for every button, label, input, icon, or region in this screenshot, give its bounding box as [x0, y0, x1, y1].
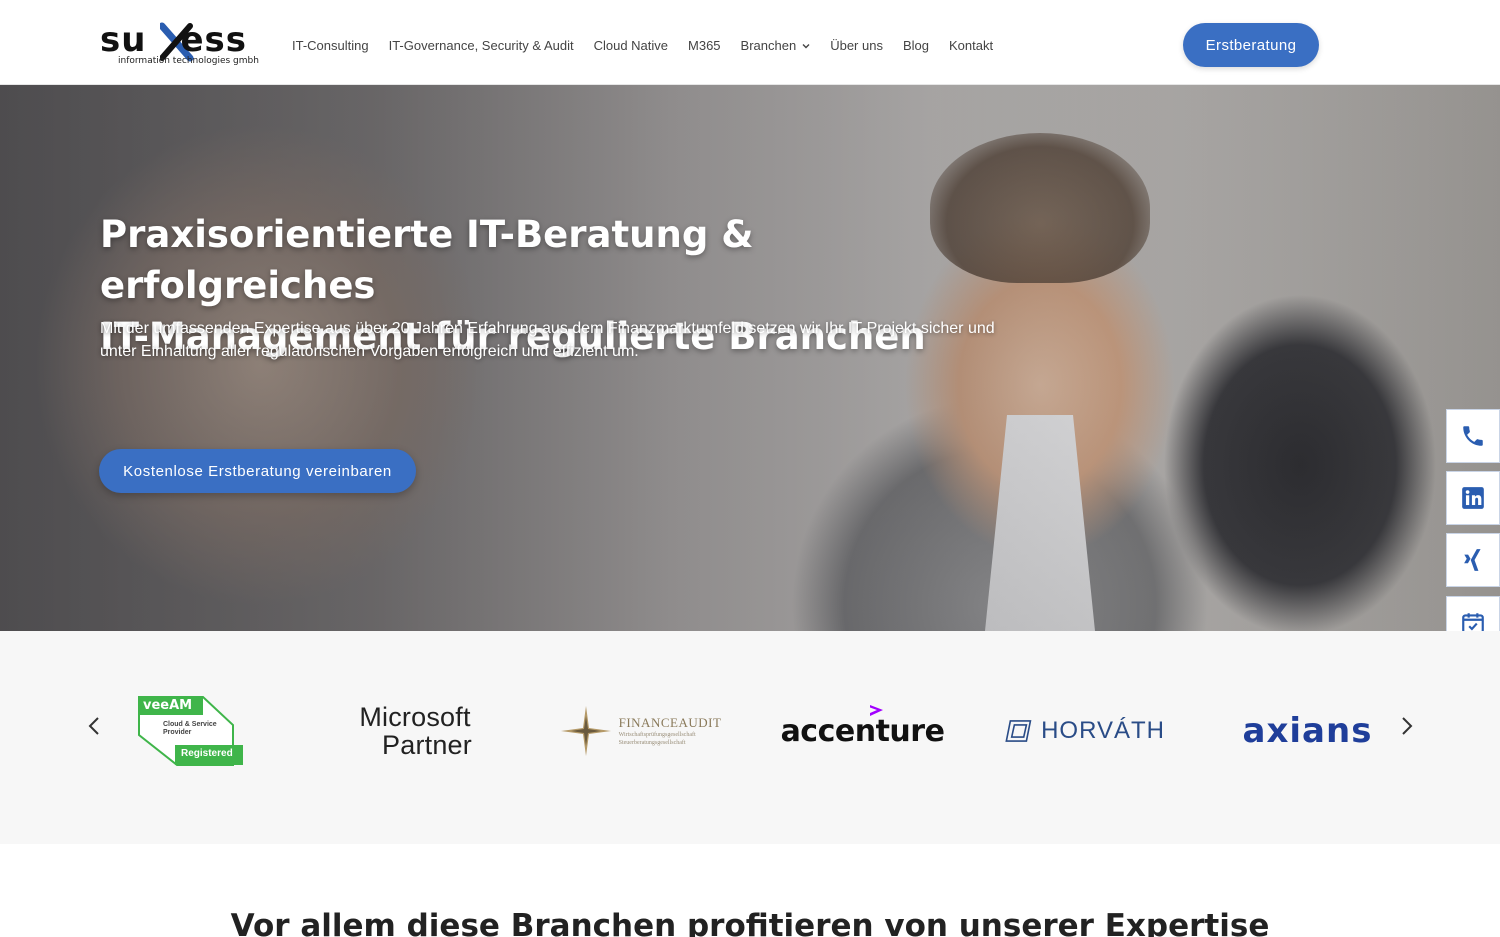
carousel-next-button[interactable]: [1395, 711, 1419, 741]
branchen-section-heading: Vor allem diese Branchen profitieren von…: [230, 908, 1270, 937]
veeam-badge: veeAM Cloud & Service Provider Registere…: [137, 695, 245, 767]
nav-cloud-native[interactable]: Cloud Native: [594, 38, 668, 53]
linkedin-icon: [1462, 487, 1484, 509]
financeaudit-name: FINANCEAUDIT: [618, 715, 722, 730]
main-nav: IT-Consulting IT-Governance, Security & …: [292, 38, 993, 53]
xing-button[interactable]: [1446, 533, 1500, 587]
logo-subtitle: information technologies gmbh: [118, 56, 259, 66]
financeaudit-sub2: Steuerberatungsgesellschaft: [618, 740, 686, 746]
linkedin-button[interactable]: [1446, 471, 1500, 525]
financeaudit-text: FINANCEAUDIT Wirtschaftsprüfungsgesellsc…: [619, 715, 722, 747]
nav-m365[interactable]: M365: [688, 38, 721, 53]
microsoft-partner-logo[interactable]: Microsoft Partner: [340, 691, 490, 771]
phone-icon: [1463, 426, 1483, 446]
horvath-name: HORVÁTH: [1041, 717, 1165, 744]
nav-blog[interactable]: Blog: [903, 38, 929, 53]
compass-star-icon: [560, 706, 611, 756]
veeam-registered: Registered: [181, 748, 233, 759]
horvath-logo[interactable]: HORVÁTH: [1005, 691, 1165, 771]
erstberatung-button[interactable]: Erstberatung: [1183, 23, 1319, 67]
financeaudit-sub1: Wirtschaftsprüfungsgesellschaft: [618, 732, 696, 738]
veeam-brand: veeAM: [143, 698, 193, 713]
chevron-left-icon: [88, 717, 99, 735]
nav-kontakt[interactable]: Kontakt: [949, 38, 993, 53]
horvath-mark-icon: [1005, 720, 1032, 742]
axians-logo[interactable]: axians: [1225, 691, 1390, 771]
kostenlose-erstberatung-button[interactable]: Kostenlose Erstberatung vereinbaren: [99, 449, 416, 493]
xing-icon: [1464, 549, 1481, 571]
financeaudit-logo[interactable]: FINANCEAUDIT Wirtschaftsprüfungsgesellsc…: [559, 691, 722, 771]
logo-wordmark: su ess: [100, 20, 247, 60]
nav-ueber-uns[interactable]: Über uns: [830, 38, 883, 53]
accenture-logo[interactable]: accenture: [780, 691, 945, 771]
nav-branchen[interactable]: Branchen: [741, 38, 811, 53]
chevron-right-icon: [1402, 717, 1413, 735]
carousel-prev-button[interactable]: [82, 711, 106, 741]
phone-button[interactable]: [1446, 409, 1500, 463]
hero-section: Praxisorientierte IT-Beratung & erfolgre…: [0, 85, 1500, 631]
hero-subtitle: Mit der umfassenden Expertise aus über 2…: [100, 320, 995, 360]
accenture-name: accenture: [780, 713, 945, 749]
axians-name: axians: [1242, 711, 1373, 751]
financeaudit-wrap: FINANCEAUDIT Wirtschaftsprüfungsgesellsc…: [559, 704, 722, 758]
suxess-logo[interactable]: su ess information technologies gmbh: [100, 20, 268, 70]
nav-it-governance[interactable]: IT-Governance, Security & Audit: [389, 38, 574, 53]
nav-it-consulting[interactable]: IT-Consulting: [292, 38, 369, 53]
nav-branchen-label: Branchen: [740, 38, 797, 53]
microsoft-line2: Partner: [382, 730, 472, 760]
accenture-wordmark: accenture: [780, 704, 945, 749]
veeam-line2: Provider: [163, 729, 192, 736]
microsoft-partner-text: Microsoft Partner: [358, 703, 472, 759]
veeam-logo[interactable]: veeAM Cloud & Service Provider Registere…: [136, 691, 246, 771]
site-header: su ess information technologies gmbh IT-C…: [0, 0, 1500, 85]
veeam-line1: Cloud & Service: [163, 721, 217, 728]
chevron-down-icon: [802, 43, 810, 48]
hero-title-line1: Praxisorientierte IT-Beratung & erfolgre…: [100, 213, 754, 307]
microsoft-line1: Microsoft: [359, 702, 471, 732]
partner-logos-carousel: veeAM Cloud & Service Provider Registere…: [0, 631, 1500, 844]
accenture-chevron-icon: [869, 704, 883, 716]
